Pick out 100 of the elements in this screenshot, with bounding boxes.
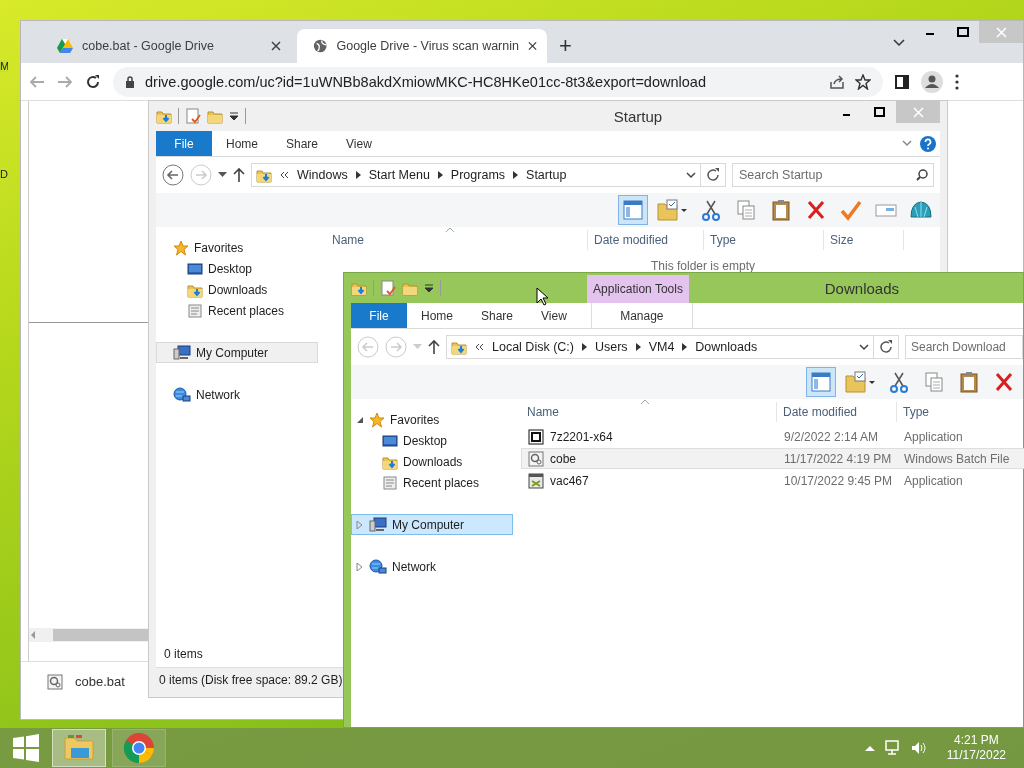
nav-item[interactable]: Downloads	[351, 451, 513, 472]
file-tab[interactable]: File	[351, 303, 407, 328]
show-hidden-icons-icon[interactable]	[864, 745, 875, 751]
network-icon[interactable]	[884, 740, 901, 756]
browser-tab[interactable]: cobe.bat - Google Drive	[41, 29, 291, 63]
search-field[interactable]: Search Download	[905, 335, 1023, 359]
nav-item[interactable]: Recent places	[156, 300, 318, 321]
scissors-icon	[889, 371, 909, 393]
breadcrumb-item[interactable]: Startup	[526, 168, 567, 182]
expand-ribbon-icon[interactable]	[902, 140, 912, 147]
refresh-icon[interactable]	[706, 168, 720, 182]
toolbar-button[interactable]	[806, 367, 836, 397]
column-header[interactable]: Type	[704, 230, 824, 250]
breadcrumb-item[interactable]: Users	[594, 340, 628, 354]
file-row[interactable]: vac467 10/17/2022 9:45 PM Application	[521, 470, 1024, 491]
dropdown-icon[interactable]	[686, 171, 696, 179]
folder-checkbox-icon	[657, 199, 687, 221]
column-header[interactable]: Date modified	[588, 230, 704, 250]
ribbon-tab[interactable]: Share	[467, 303, 528, 328]
breadcrumb-item[interactable]: VM4	[648, 340, 675, 354]
toolbar-button[interactable]	[618, 195, 648, 225]
bookmark-star-icon[interactable]	[855, 73, 871, 90]
nav-item[interactable]: My Computer	[351, 514, 513, 535]
maximize-icon[interactable]	[956, 25, 969, 39]
download-file-name[interactable]: cobe.bat	[75, 674, 125, 689]
column-header[interactable]: Type	[897, 402, 1024, 422]
menu-icon[interactable]	[955, 73, 959, 90]
ribbon-tab[interactable]: Share	[272, 131, 333, 156]
breadcrumb-item[interactable]: Windows	[297, 168, 348, 182]
chevron-icon[interactable]	[513, 171, 519, 179]
share-icon[interactable]	[829, 74, 845, 89]
file-tab[interactable]: File	[156, 131, 212, 156]
volume-icon[interactable]	[910, 740, 927, 756]
recent-locations-icon[interactable]	[218, 172, 227, 178]
nav-item[interactable]: Recent places	[351, 472, 513, 493]
nav-item[interactable]: Network	[351, 556, 513, 577]
breadcrumb-item[interactable]: Local Disk (C:)	[492, 340, 574, 354]
nav-item[interactable]: Favorites	[156, 237, 318, 258]
browser-tab[interactable]: Google Drive - Virus scan warnin	[297, 29, 547, 63]
chevron-icon[interactable]	[355, 171, 361, 179]
customize-icon[interactable]	[424, 283, 434, 293]
nav-item[interactable]: Favorites	[351, 409, 513, 430]
context-tab[interactable]: Manage	[590, 303, 693, 328]
ribbon-tab[interactable]: Home	[407, 303, 467, 328]
chevron-icon[interactable]	[581, 343, 587, 351]
tab-title: cobe.bat - Google Drive	[82, 39, 215, 53]
address-bar[interactable]: Windows Start Menu Programs Startup	[251, 163, 701, 187]
column-header[interactable]: Size	[824, 230, 904, 250]
lock-icon	[125, 75, 135, 88]
column-header[interactable]: Name	[326, 230, 588, 250]
breadcrumb-item[interactable]: Downloads	[695, 340, 758, 354]
column-header[interactable]: Date modified	[777, 402, 897, 422]
overflow-icon[interactable]	[280, 171, 289, 179]
chevron-icon[interactable]	[682, 343, 688, 351]
dropdown-icon[interactable]	[859, 343, 869, 351]
scroll-left-icon[interactable]	[29, 630, 37, 640]
file-row[interactable]: cobe 11/17/2022 4:19 PM Windows Batch File	[521, 448, 1024, 469]
chevron-icon[interactable]	[635, 343, 641, 351]
close-icon[interactable]	[271, 41, 281, 51]
taskbar-app-button[interactable]	[112, 729, 166, 767]
side-panel-icon[interactable]	[895, 74, 909, 89]
search-field[interactable]: Search Startup	[732, 163, 934, 187]
properties-icon[interactable]	[185, 108, 201, 124]
up-icon[interactable]	[233, 167, 245, 183]
address-bar[interactable]: Local Disk (C:) Users VM4 Downloads	[446, 335, 874, 359]
collapsed-icon[interactable]	[356, 520, 364, 529]
nav-item[interactable]: Desktop	[351, 430, 513, 451]
expanded-icon[interactable]	[356, 415, 364, 424]
column-header[interactable]: Name	[521, 402, 777, 422]
reload-icon[interactable]	[85, 73, 101, 90]
dropdown-icon[interactable]	[893, 39, 905, 47]
nav-item[interactable]: Desktop	[156, 258, 318, 279]
profile-icon[interactable]	[921, 70, 943, 93]
new-tab-button[interactable]: +	[559, 35, 572, 57]
scrollbar[interactable]	[29, 628, 150, 642]
search-icon[interactable]	[916, 169, 928, 181]
help-icon[interactable]	[920, 135, 936, 152]
address-bar[interactable]: drive.google.com/uc?id=1uWNBb8akdXmiowMKC-HC8HKe01cc-8t3&export=download	[113, 66, 883, 97]
customize-icon[interactable]	[229, 111, 239, 121]
collapsed-icon[interactable]	[356, 562, 364, 571]
close-icon[interactable]	[527, 41, 537, 51]
maximize-icon[interactable]	[873, 105, 886, 119]
file-type: Application	[904, 429, 963, 444]
ribbon-tab[interactable]: Home	[212, 131, 272, 156]
file-row[interactable]: 7z2201-x64 9/2/2022 2:14 AM Application	[521, 426, 1024, 447]
up-icon[interactable]	[428, 339, 440, 355]
sort-icon[interactable]	[446, 227, 454, 232]
sort-icon[interactable]	[641, 399, 649, 404]
nav-item[interactable]: My Computer	[156, 342, 318, 363]
back-icon[interactable]	[162, 164, 184, 186]
ribbon-tab[interactable]: View	[332, 131, 386, 156]
breadcrumb-item[interactable]: Start Menu	[368, 168, 430, 182]
nav-item[interactable]: Downloads	[156, 279, 318, 300]
chevron-icon[interactable]	[437, 171, 443, 179]
refresh-icon[interactable]	[879, 340, 893, 354]
overflow-icon[interactable]	[475, 343, 484, 351]
breadcrumb-item[interactable]: Programs	[450, 168, 506, 182]
nav-item[interactable]: Network	[156, 384, 318, 405]
ribbon-tab[interactable]: View	[527, 303, 581, 328]
properties-icon[interactable]	[380, 280, 396, 296]
